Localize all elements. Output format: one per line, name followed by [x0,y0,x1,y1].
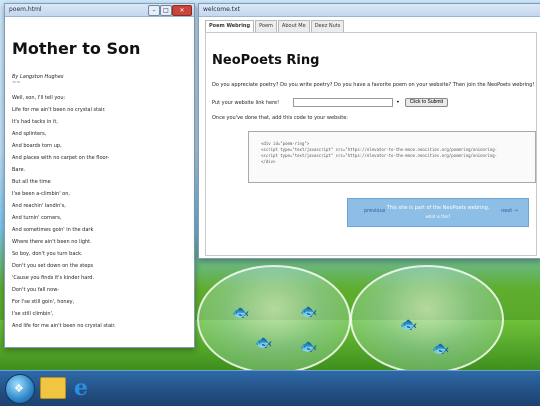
poem-line: And turnin' corners, [12,215,62,221]
tab-deez-nuts[interactable]: Deez Nuts [310,20,345,32]
poem-line: So boy, don't you turn back. [12,251,83,257]
close-button[interactable]: ✕ [172,5,192,16]
poem-line: Don't you set down on the steps [12,263,94,269]
poem-line: Don't you fall now- [12,287,60,293]
code-line: </div> [261,159,276,164]
poem-line: And places with no carpet on the floor- [12,155,110,161]
goldfish-icon: 🐟 [400,317,418,333]
bullet-icon: • [396,99,400,106]
poem-line: I'se still climbin', [12,311,54,317]
tab-about-me[interactable]: About Me [277,20,310,32]
start-button[interactable]: ❖ [5,374,35,404]
poem-line: And sometimes goin' in the dark [12,227,94,233]
tab-panel: NeoPoets Ring Do you appreciate poetry? … [205,32,537,256]
window-title: poem.html [9,6,42,13]
minimize-button[interactable]: – [148,5,160,16]
code-box[interactable]: <div id="poem-ring"> <script type="text/… [248,131,536,183]
goldfish-icon: 🐟 [232,305,250,321]
poem-line: Where there ain't been no light. [12,239,92,245]
submit-button[interactable]: Click to Submit [404,98,449,107]
tab-bar: Poem Webring Poem About Me Deez Nuts [205,20,345,32]
poem-window-titlebar[interactable]: poem.html – □ ✕ [5,4,194,17]
what-is-this-link[interactable]: what is this? [348,214,528,219]
poem-line: Well, son, I'll tell you: [12,95,66,101]
maximize-button[interactable]: □ [160,5,172,16]
code-line: <script type="text/javascript" src="http… [261,153,498,158]
goldfish-icon: 🐟 [432,341,450,357]
poem-line: And reachin' landin's, [12,203,66,209]
poem-line: It's had tacks in it, [12,119,58,125]
page-title: NeoPoets Ring [212,53,320,68]
poem-line: Life for me ain't been no crystal stair. [12,107,106,113]
goldfish-icon: 🐟 [300,339,318,355]
link-label: Put your website link here! [212,99,280,106]
poem-separator: ~~ [12,80,21,86]
poem-window[interactable]: poem.html – □ ✕ Mother to Son By Langsto… [4,3,195,348]
poem-content: Mother to Son By Langston Hughes ~~ Well… [5,17,194,347]
tab-poem[interactable]: Poem [255,20,277,32]
poem-line: Bare. [12,167,26,173]
goldfish-icon: 🐟 [300,304,318,320]
poem-line: And life for me ain't been no crystal st… [12,323,116,329]
code-intro: Once you've done that, add this code to … [212,115,348,121]
poem-line: 'Cause you finds it's kinder hard. [12,275,95,281]
tab-poem-webring[interactable]: Poem Webring [205,20,255,32]
folder-icon[interactable] [40,377,66,399]
webring-window-titlebar[interactable]: welcome.txt [199,4,540,17]
poem-line: But all the time [12,179,51,185]
fishbowl-left [197,265,351,374]
windows-orb-icon: ❖ [14,382,24,395]
window-title: welcome.txt [203,6,240,13]
website-link-input[interactable] [293,98,394,107]
poem-line: And boards torn up, [12,143,62,149]
webring-banner: previous This site is part of the NeoPoe… [347,198,529,227]
taskbar: ❖ e [0,370,540,406]
webring-window[interactable]: welcome.txt Poem Webring Poem About Me D… [198,3,540,259]
goldfish-icon: 🐟 [255,335,273,351]
next-link[interactable]: next → [501,208,518,214]
poem-line: I'se been a-climbin' on, [12,191,70,197]
intro-text: Do you appreciate poetry? Do you write p… [212,82,535,88]
poem-title: Mother to Son [12,39,141,58]
poem-line: For I'se still goin', honey, [12,299,75,305]
poem-line: And splinters, [12,131,47,137]
submit-row: Put your website link here! • Click to S… [212,98,536,107]
fishbowl-right [350,265,504,374]
internet-explorer-icon[interactable]: e [74,375,88,401]
webring-content: Poem Webring Poem About Me Deez Nuts Neo… [199,17,540,258]
